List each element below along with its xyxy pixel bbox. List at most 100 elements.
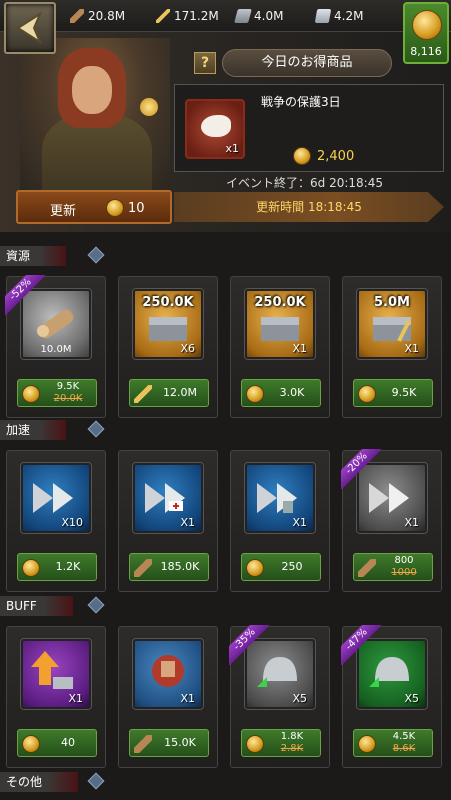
- item-qty: X1: [292, 516, 307, 529]
- item-amount: 250.0K: [142, 295, 194, 310]
- item-qty: X6: [180, 342, 195, 355]
- section-title: その他: [0, 772, 79, 792]
- wood-icon: [70, 9, 84, 23]
- price-stack: 1.8K 2.8K: [280, 731, 304, 754]
- item-qty: X1: [404, 342, 419, 355]
- war-protection-icon: x1: [185, 99, 245, 159]
- section-title: 加速: [0, 420, 67, 440]
- buy-button[interactable]: 800 1000: [353, 553, 433, 581]
- shop-item-card[interactable]: 5.0M X1 9.5K: [342, 276, 442, 418]
- section-title: BUFF: [0, 596, 73, 616]
- shop-item-card[interactable]: X1 185.0K: [118, 450, 218, 592]
- iron-chest-icon: 250.0K X6: [133, 289, 203, 359]
- item-qty: X1: [68, 692, 83, 705]
- gold-coin-icon: [293, 147, 311, 165]
- shop-item-card[interactable]: X1 15.0K: [118, 626, 218, 768]
- buy-button[interactable]: 1.8K 2.8K: [241, 729, 321, 757]
- wood-icon: [134, 559, 152, 577]
- offer-price[interactable]: 2,400: [293, 147, 354, 165]
- buy-button[interactable]: 40: [17, 729, 97, 757]
- resource-bar: 20.8M 171.2M 4.0M 4.2M: [0, 0, 451, 32]
- gold-coin-icon: [106, 199, 124, 217]
- shop-item-card[interactable]: 250.0K X6 12.0M: [118, 276, 218, 418]
- gold-coin-icon: [412, 10, 442, 40]
- shop-item-card[interactable]: -35% X5 1.8K 2.8K: [229, 625, 330, 768]
- section-speedups: 加速: [0, 420, 451, 442]
- buy-button[interactable]: 250: [241, 553, 321, 581]
- offer-item-name: 戦争の保護3日: [261, 95, 341, 109]
- discount-badge: -35%: [229, 625, 269, 665]
- buy-button[interactable]: 12.0M: [129, 379, 209, 407]
- gold-coin-icon: [358, 385, 376, 403]
- price-stack: 800 1000: [391, 555, 417, 578]
- buy-button[interactable]: 9.5K: [353, 379, 433, 407]
- resource-stone: 4.2M: [314, 6, 364, 26]
- diamond-icon: [87, 246, 105, 264]
- buy-button[interactable]: 3.0K: [241, 379, 321, 407]
- wheat-icon: [134, 385, 152, 403]
- item-amount: 250.0K: [254, 295, 306, 310]
- refresh-label: 更新: [50, 204, 77, 219]
- resource-iron: 4.0M: [234, 6, 284, 26]
- item-qty: X1: [404, 516, 419, 529]
- price-stack: 4.5K 8.6K: [392, 731, 416, 754]
- shop-item-card[interactable]: -47% X5 4.5K 8.6K: [341, 625, 442, 768]
- buy-button[interactable]: 4.5K 8.6K: [353, 729, 433, 757]
- diamond-icon: [87, 420, 105, 438]
- section-title: 資源: [0, 246, 67, 266]
- buy-button[interactable]: 185.0K: [129, 553, 209, 581]
- shop-item-card[interactable]: X1 250: [230, 450, 330, 592]
- offer-qty: x1: [225, 142, 239, 155]
- daily-offer-panel: ? 今日のお得商品 x1 戦争の保護3日 2,400 イベント終了：6d 20:…: [0, 32, 451, 232]
- discount-badge: -52%: [5, 275, 45, 315]
- stone-value: 4.2M: [334, 9, 364, 23]
- buy-button[interactable]: 1.2K: [17, 553, 97, 581]
- shop-item-card[interactable]: X1 40: [6, 626, 106, 768]
- buy-button[interactable]: 15.0K: [129, 729, 209, 757]
- section-resources: 資源: [0, 246, 451, 268]
- wood-value: 20.8M: [88, 9, 126, 23]
- healing-speedup-icon: X1: [133, 463, 203, 533]
- stone-icon: [314, 9, 332, 23]
- shop-item-card[interactable]: -52% 10.0M 9.5K 20.0K: [5, 275, 106, 418]
- item-qty: X10: [61, 516, 83, 529]
- gold-shop-button[interactable]: 8,116: [403, 2, 449, 64]
- price-value: 9.5K: [391, 386, 417, 399]
- resource-wheat: 171.2M: [156, 6, 219, 26]
- wheat-value: 171.2M: [174, 9, 219, 23]
- attack-boost-icon: X1: [133, 639, 203, 709]
- offer-price-value: 2,400: [317, 148, 355, 164]
- iron-value: 4.0M: [254, 9, 284, 23]
- back-arrow-icon: [16, 11, 43, 45]
- shop-item-card[interactable]: X10 1.2K: [6, 450, 106, 592]
- item-amount: 10.0M: [40, 344, 72, 355]
- refresh-timer: 更新時間 18:18:45: [174, 192, 444, 222]
- merchant-portrait: [20, 38, 170, 190]
- item-amount: 5.0M: [374, 295, 410, 310]
- back-button[interactable]: [4, 2, 56, 54]
- gold-coin-icon: [22, 559, 40, 577]
- shop-item-card[interactable]: -20% X1 800 1000: [341, 449, 442, 592]
- wood-icon: [134, 735, 152, 753]
- refresh-button[interactable]: 更新 10: [16, 190, 172, 224]
- section-other: その他: [0, 772, 451, 794]
- offer-item[interactable]: x1 戦争の保護3日 2,400: [174, 84, 444, 172]
- item-qty: X1: [180, 692, 195, 705]
- item-qty: X1: [292, 342, 307, 355]
- buy-button[interactable]: 9.5K 20.0K: [17, 379, 97, 407]
- section-buff: BUFF: [0, 596, 451, 618]
- price-stack: 9.5K 20.0K: [53, 381, 83, 404]
- offer-title: 今日のお得商品: [222, 49, 392, 77]
- price-value: 40: [61, 736, 75, 749]
- item-qty: X5: [292, 692, 307, 705]
- gold-amount: 8,116: [410, 45, 442, 58]
- item-qty: X5: [404, 692, 419, 705]
- refresh-cost-value: 10: [128, 200, 145, 216]
- help-button[interactable]: ?: [194, 52, 216, 74]
- shop-item-card[interactable]: 250.0K X1 3.0K: [230, 276, 330, 418]
- wheat-icon: [156, 9, 170, 23]
- diamond-icon: [87, 772, 105, 790]
- resource-boost-icon: X1: [21, 639, 91, 709]
- price-value: 250: [281, 560, 303, 573]
- price-value: 3.0K: [279, 386, 305, 399]
